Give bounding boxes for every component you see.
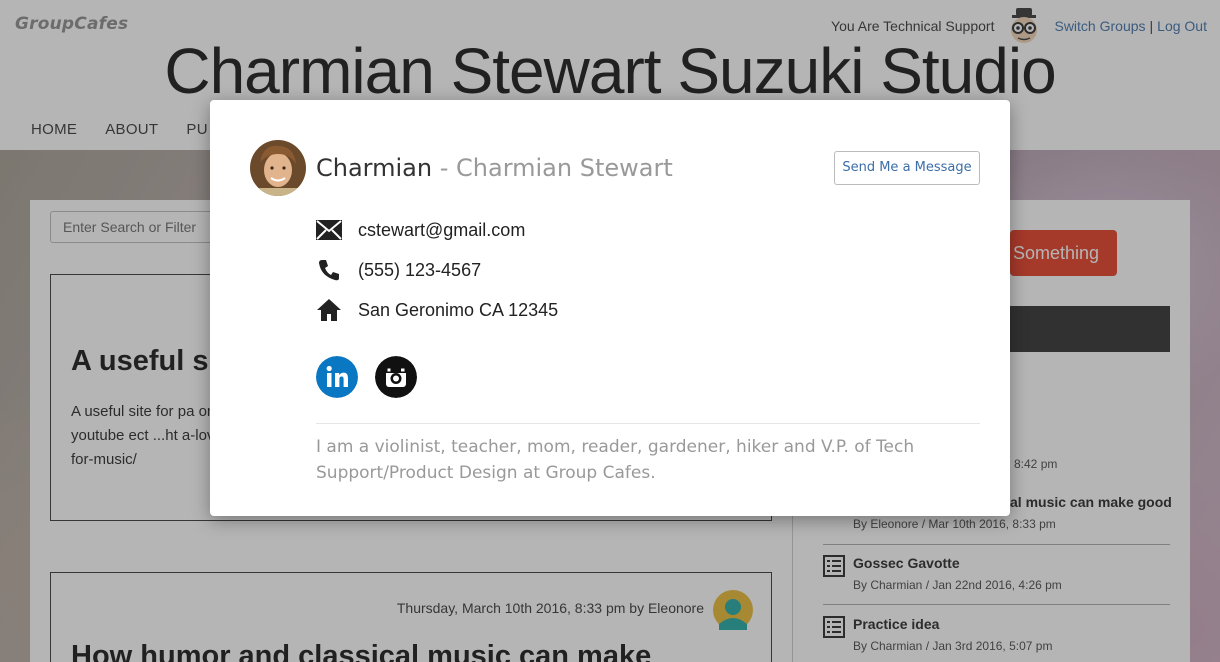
profile-full-name: Charmian Stewart	[456, 154, 673, 182]
profile-bio: I am a violinist, teacher, mom, reader, …	[316, 437, 915, 483]
profile-nickname: Charmian	[316, 154, 433, 182]
home-icon	[316, 297, 342, 323]
profile-name: Charmian - Charmian Stewart	[316, 154, 673, 182]
address-row: San Geronimo CA 12345	[316, 297, 558, 323]
send-message-button[interactable]: Send Me a Message	[834, 151, 980, 185]
profile-name-separator: -	[432, 154, 457, 182]
instagram-icon[interactable]	[375, 356, 417, 398]
envelope-icon	[316, 217, 342, 243]
address-value: San Geronimo CA 12345	[358, 299, 559, 320]
phone-icon	[316, 257, 342, 283]
linkedin-icon[interactable]	[316, 356, 358, 398]
profile-avatar	[250, 140, 306, 196]
phone-row: (555) 123-4567	[316, 257, 481, 283]
profile-modal: Charmian - Charmian Stewart Send Me a Me…	[210, 100, 1010, 516]
email-value[interactable]: cstewart@gmail.com	[358, 220, 525, 241]
modal-divider	[316, 423, 980, 424]
email-row: cstewart@gmail.com	[316, 217, 525, 243]
phone-value[interactable]: (555) 123-4567	[358, 260, 481, 281]
